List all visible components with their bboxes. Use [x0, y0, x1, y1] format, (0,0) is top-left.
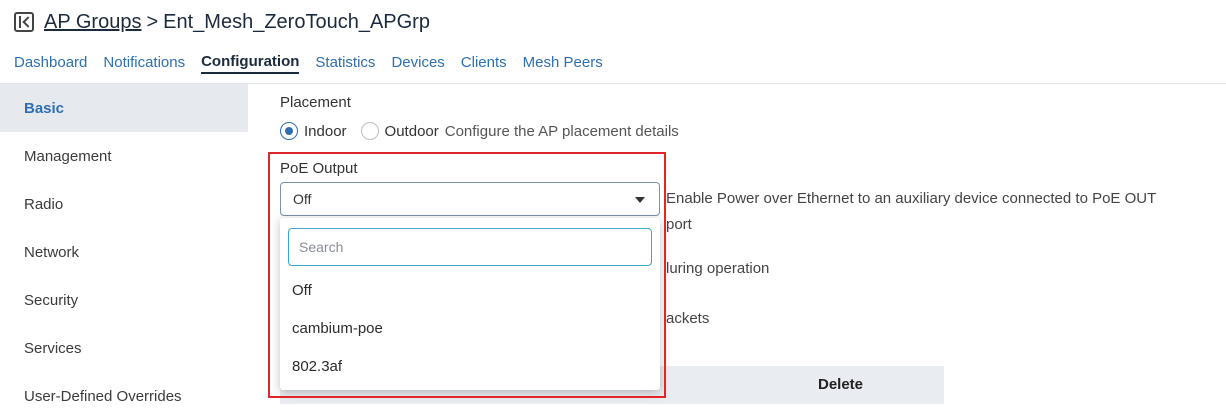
tab-notifications[interactable]: Notifications — [103, 54, 185, 73]
tab-dashboard[interactable]: Dashboard — [14, 54, 87, 73]
tab-mesh-peers[interactable]: Mesh Peers — [523, 54, 603, 73]
radio-indoor-label[interactable]: Indoor — [304, 123, 347, 140]
sidebar-item-radio[interactable]: Radio — [0, 180, 248, 228]
breadcrumb-current: Ent_Mesh_ZeroTouch_APGrp — [163, 10, 430, 33]
tab-statistics[interactable]: Statistics — [315, 54, 375, 73]
highlight-box — [268, 152, 666, 398]
tab-configuration[interactable]: Configuration — [201, 53, 300, 74]
breadcrumb-separator: > — [146, 10, 159, 33]
breadcrumb-parent-link[interactable]: AP Groups — [44, 11, 141, 34]
tab-devices[interactable]: Devices — [391, 54, 444, 73]
sidebar-item-services[interactable]: Services — [0, 324, 248, 372]
tab-bar: Dashboard Notifications Configuration St… — [0, 44, 1226, 84]
collapse-panel-icon[interactable] — [14, 12, 34, 32]
partial-helper-text-2: ackets — [666, 310, 710, 327]
placement-label: Placement — [280, 94, 351, 111]
tab-clients[interactable]: Clients — [461, 54, 507, 73]
radio-indoor[interactable] — [280, 122, 298, 140]
sidebar: Basic Management Radio Network Security … — [0, 84, 248, 410]
column-delete: Delete — [818, 376, 864, 393]
sidebar-item-management[interactable]: Management — [0, 132, 248, 180]
radio-outdoor[interactable] — [360, 122, 379, 140]
sidebar-item-user-defined-overrides[interactable]: User-Defined Overrides — [0, 372, 248, 410]
placement-radio-group: Indoor Outdoor Configure the AP placemen… — [280, 122, 679, 140]
title-bar: AP Groups > Ent_Mesh_ZeroTouch_APGrp — [0, 0, 1226, 44]
placement-helper-text: Configure the AP placement details — [444, 122, 679, 140]
poe-helper-text-line2: port — [666, 216, 692, 233]
sidebar-item-basic[interactable]: Basic — [0, 84, 248, 132]
radio-outdoor-label[interactable]: Outdoor — [385, 123, 439, 140]
poe-helper-text-line1: Enable Power over Ethernet to an auxilia… — [666, 190, 1157, 207]
partial-helper-text-1: luring operation — [666, 260, 770, 277]
sidebar-item-security[interactable]: Security — [0, 276, 248, 324]
sidebar-item-network[interactable]: Network — [0, 228, 248, 276]
